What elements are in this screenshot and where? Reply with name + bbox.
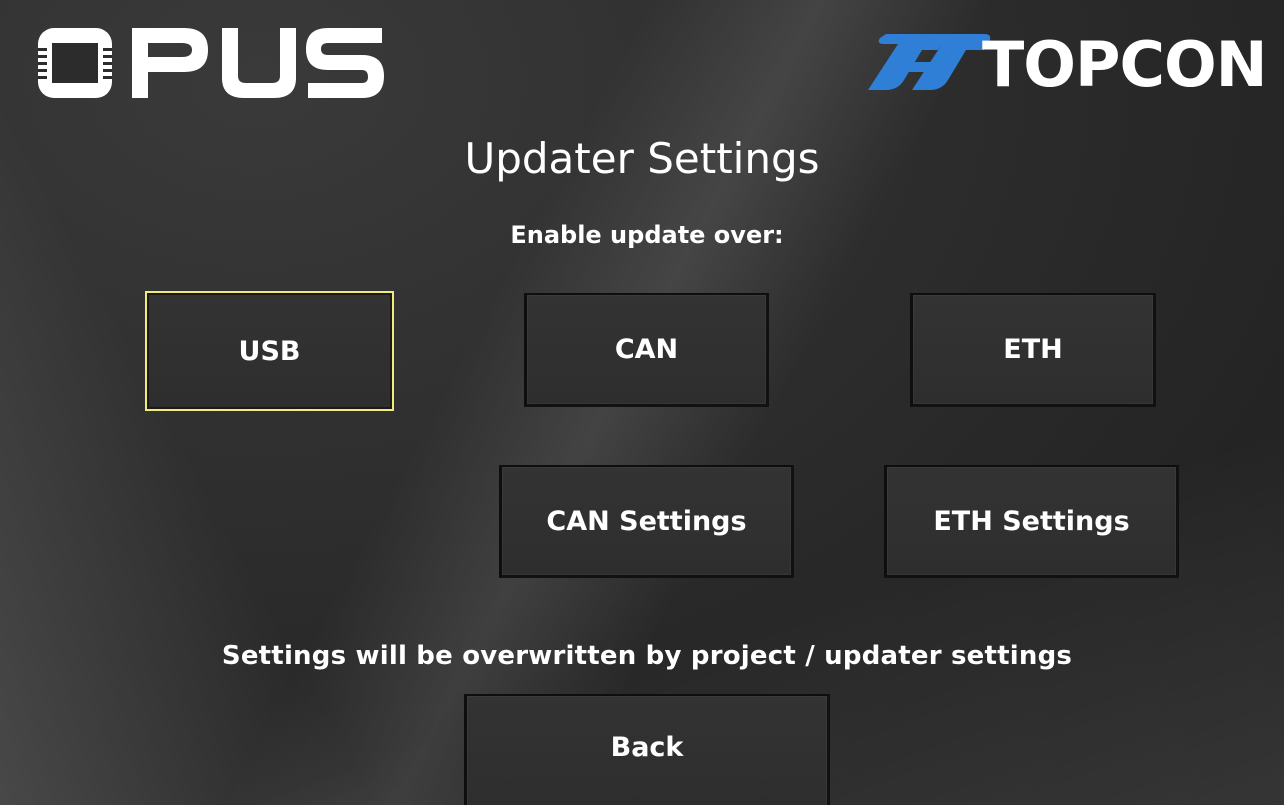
page-title: Updater Settings <box>464 134 820 183</box>
usb-toggle-button[interactable]: USB <box>145 291 394 411</box>
eth-settings-button-label: ETH Settings <box>933 505 1130 537</box>
back-button[interactable]: Back <box>464 694 830 805</box>
topcon-logo: TOPCON <box>868 28 1264 98</box>
can-button-label: CAN <box>614 334 679 365</box>
eth-settings-button[interactable]: ETH Settings <box>884 465 1179 578</box>
back-button-label: Back <box>610 732 684 763</box>
overwrite-note: Settings will be overwritten by project … <box>221 641 1073 671</box>
usb-button-label: USB <box>238 335 301 367</box>
enable-update-label: Enable update over: <box>510 221 784 249</box>
svg-text:TOPCON: TOPCON <box>982 28 1264 98</box>
opus-logo <box>38 28 384 98</box>
can-settings-button[interactable]: CAN Settings <box>499 465 794 578</box>
eth-button-label: ETH <box>1003 334 1063 365</box>
can-settings-button-label: CAN Settings <box>546 505 747 537</box>
can-toggle-button[interactable]: CAN <box>524 293 769 407</box>
eth-toggle-button[interactable]: ETH <box>910 293 1156 407</box>
updater-settings-screen: TOPCON Updater Settings Enable update ov… <box>0 0 1284 805</box>
